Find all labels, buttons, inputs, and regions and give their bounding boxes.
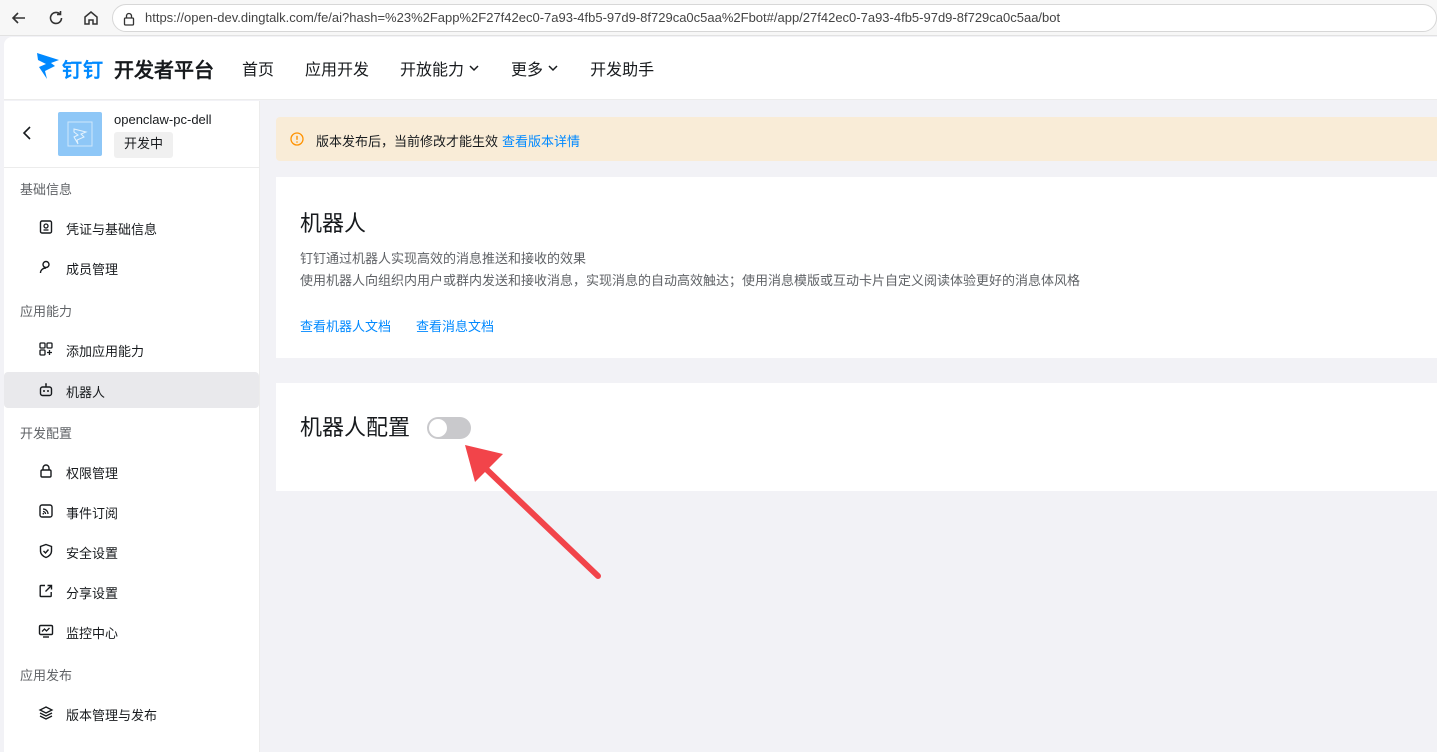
- sidebar-item-label: 权限管理: [66, 467, 119, 482]
- sidebar-item-label: 版本管理与发布: [66, 709, 158, 724]
- chevron-left-icon[interactable]: [20, 125, 34, 141]
- browser-toolbar: https://open-dev.dingtalk.com/fe/ai?hash…: [0, 0, 1437, 36]
- chevron-down-icon: [548, 65, 558, 72]
- sidebar-item-add-capability[interactable]: 添加应用能力: [4, 331, 259, 367]
- nav-open-capabilities-label: 开放能力: [400, 60, 465, 79]
- sidebar-item-label: 分享设置: [66, 587, 119, 602]
- top-nav: 首页 应用开发 开放能力 更多 开发助手: [242, 56, 685, 80]
- logo-subtitle[interactable]: 开发者平台: [114, 54, 214, 83]
- address-bar[interactable]: https://open-dev.dingtalk.com/fe/ai?hash…: [112, 4, 1437, 32]
- view-version-details-link[interactable]: 查看版本详情: [502, 135, 580, 150]
- toggle-knob: [429, 419, 447, 437]
- app-info-card: openclaw-pc-dell 开发中: [4, 101, 259, 168]
- sidebar-group-basic: 基础信息: [20, 183, 73, 198]
- user-icon: [38, 259, 54, 275]
- nav-app-dev[interactable]: 应用开发: [305, 56, 369, 80]
- robot-info-card: 机器人 钉钉通过机器人实现高效的消息推送和接收的效果 使用机器人向组织内用户或群…: [276, 177, 1437, 358]
- sidebar-item-label: 监控中心: [66, 627, 119, 642]
- nav-open-capabilities[interactable]: 开放能力: [400, 56, 480, 80]
- nav-home[interactable]: 首页: [242, 56, 274, 80]
- sidebar-item-label: 事件订阅: [66, 507, 119, 522]
- annotation-arrow-icon: [465, 445, 601, 579]
- back-arrow-icon[interactable]: [8, 7, 30, 29]
- url-text: https://open-dev.dingtalk.com/fe/ai?hash…: [145, 10, 1061, 25]
- home-icon[interactable]: [80, 7, 102, 29]
- robot-description: 钉钉通过机器人实现高效的消息推送和接收的效果: [300, 252, 587, 267]
- info-warning-icon: [290, 132, 304, 146]
- status-badge: 开发中: [114, 132, 174, 158]
- nav-dev-assistant[interactable]: 开发助手: [590, 56, 654, 80]
- chevron-down-icon: [469, 65, 479, 72]
- app-name: openclaw-pc-dell: [114, 112, 212, 127]
- shield-icon: [38, 543, 54, 559]
- robot-config-card: 机器人配置: [276, 383, 1437, 491]
- grid-add-icon: [38, 341, 54, 357]
- sidebar-item-permissions[interactable]: 权限管理: [4, 453, 259, 489]
- sidebar-item-label: 机器人: [66, 386, 106, 401]
- notice-text: 版本发布后，当前修改才能生效: [316, 135, 499, 150]
- sidebar-group-capabilities: 应用能力: [20, 305, 73, 320]
- sidebar-item-credentials[interactable]: 凭证与基础信息: [4, 209, 259, 245]
- robot-icon: [38, 382, 54, 398]
- sidebar-item-events[interactable]: 事件订阅: [4, 493, 259, 529]
- nav-more-label: 更多: [511, 60, 544, 79]
- lock-icon[interactable]: [121, 11, 137, 27]
- reload-icon[interactable]: [45, 7, 67, 29]
- nav-home-label: 首页: [242, 60, 275, 79]
- monitor-icon: [38, 623, 54, 639]
- nav-more[interactable]: 更多: [511, 56, 559, 80]
- sidebar-group-release: 应用发布: [20, 669, 73, 684]
- credential-icon: [38, 219, 54, 235]
- nav-app-dev-label: 应用开发: [305, 60, 370, 79]
- sidebar-item-monitor[interactable]: 监控中心: [4, 613, 259, 649]
- sidebar-item-label: 安全设置: [66, 547, 119, 562]
- sidebar-item-versions[interactable]: 版本管理与发布: [4, 695, 259, 731]
- sidebar-item-robot[interactable]: 机器人: [4, 372, 259, 408]
- app-header: 钉钉 开发者平台 首页 应用开发 开放能力 更多 开发助手: [4, 37, 1437, 100]
- lock-icon: [38, 463, 54, 479]
- sidebar-item-share[interactable]: 分享设置: [4, 573, 259, 609]
- sidebar-item-members[interactable]: 成员管理: [4, 249, 259, 285]
- version-notice-banner: 版本发布后，当前修改才能生效 查看版本详情: [276, 117, 1437, 161]
- sidebar-item-security[interactable]: 安全设置: [4, 533, 259, 569]
- logo-text[interactable]: 钉钉: [62, 54, 104, 83]
- message-docs-link[interactable]: 查看消息文档: [416, 316, 494, 335]
- rss-icon: [38, 503, 54, 519]
- robot-description-detail: 使用机器人向组织内用户或群内发送和接收消息，实现消息的自动高效触达；使用消息模版…: [300, 274, 1081, 289]
- sidebar: openclaw-pc-dell 开发中 基础信息 凭证与基础信息 成员管理 应…: [4, 101, 260, 752]
- sidebar-item-label: 凭证与基础信息: [66, 223, 158, 238]
- sidebar-item-label: 成员管理: [66, 263, 119, 278]
- sidebar-group-dev-config: 开发配置: [20, 427, 73, 442]
- layers-icon: [38, 705, 54, 721]
- nav-dev-assistant-label: 开发助手: [590, 60, 655, 79]
- share-icon: [38, 583, 54, 599]
- dingtalk-logo-icon[interactable]: [35, 51, 61, 81]
- page-title: 机器人: [300, 212, 367, 237]
- robot-config-title: 机器人配置: [300, 416, 411, 441]
- app-avatar: [58, 112, 102, 156]
- notice-text-wrap: 版本发布后，当前修改才能生效 查看版本详情: [316, 131, 580, 150]
- sidebar-item-label: 添加应用能力: [66, 345, 145, 360]
- robot-docs-link[interactable]: 查看机器人文档: [300, 316, 391, 335]
